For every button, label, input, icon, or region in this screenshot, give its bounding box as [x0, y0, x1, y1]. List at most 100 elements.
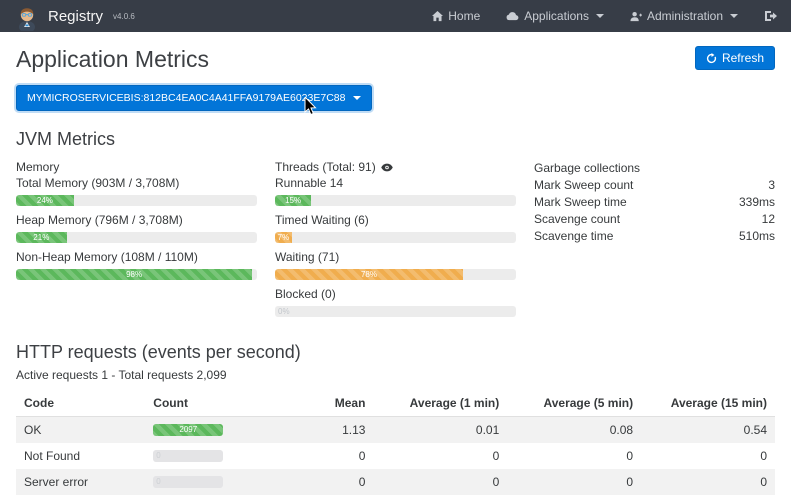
http-avg5: 0 [507, 469, 641, 495]
http-code: Server error [16, 469, 145, 495]
http-avg15: 0 [641, 443, 775, 469]
nonheap-memory-progress: 98% [16, 269, 257, 280]
timed-waiting-progress: 7% [275, 232, 516, 243]
waiting-label: Waiting (71) [275, 250, 516, 264]
runnable-progress: 15% [275, 195, 516, 206]
instance-selector-row: MYMICROSERVICEBIS:812BC4EA0C4A41FFA9179A… [16, 85, 775, 111]
gc-label: Scavenge count [534, 211, 620, 228]
heap-memory-progress: 21% [16, 232, 257, 243]
nav-item-home[interactable]: Home [432, 9, 480, 23]
gc-row: Scavenge time 510ms [534, 228, 775, 245]
count-bar: 0 [153, 476, 223, 488]
main-content: Application Metrics Refresh MYMICROSERVI… [0, 32, 791, 500]
brand[interactable]: Registry v4.0.6 [14, 1, 135, 31]
http-requests-title: HTTP requests (events per second) [16, 342, 775, 363]
http-table-header: Code Count Mean Average (1 min) Average … [16, 390, 775, 417]
gc-value: 339ms [739, 194, 775, 211]
http-count-cell: 0 [145, 443, 274, 469]
instance-selector-label: MYMICROSERVICEBIS:812BC4EA0C4A41FFA9179A… [27, 92, 345, 104]
runnable-bar: 15% [275, 195, 311, 206]
heap-memory-bar: 21% [16, 232, 67, 243]
gc-label: Mark Sweep count [534, 177, 633, 194]
http-avg1: 0.01 [373, 417, 507, 444]
jhipster-avatar-logo [14, 5, 40, 31]
total-memory-bar: 24% [16, 195, 74, 206]
http-mean: 0 [275, 443, 374, 469]
http-requests-table: Code Count Mean Average (1 min) Average … [16, 390, 775, 495]
gc-value: 3 [768, 177, 775, 194]
col-mean: Mean [275, 390, 374, 417]
col-avg1: Average (1 min) [373, 390, 507, 417]
gc-value: 510ms [739, 228, 775, 245]
page-header: Application Metrics Refresh [16, 46, 775, 73]
nav-applications-label: Applications [524, 9, 589, 23]
memory-title: Memory [16, 160, 257, 174]
nav-item-administration[interactable]: Administration [630, 9, 738, 23]
timed-waiting-bar: 7% [275, 232, 292, 243]
gc-row: Scavenge count 12 [534, 211, 775, 228]
gc-title-row: Garbage collections [534, 160, 775, 177]
http-avg15: 0.54 [641, 417, 775, 444]
count-bar: 2097 [153, 424, 223, 436]
table-row: Server error 0 0 0 0 0 [16, 469, 775, 495]
gc-title: Garbage collections [534, 160, 640, 177]
sign-out-icon [764, 10, 777, 22]
waiting-bar: 78% [275, 269, 463, 280]
heap-memory-label: Heap Memory (796M / 3,708M) [16, 213, 257, 227]
timed-waiting-label: Timed Waiting (6) [275, 213, 516, 227]
nav-links: Home Applications Administration [432, 9, 777, 23]
brand-name: Registry [48, 8, 103, 25]
brand-version: v4.0.6 [113, 12, 135, 21]
gc-column: Garbage collections Mark Sweep count 3 M… [534, 160, 775, 324]
http-count-cell: 2097 [145, 417, 274, 444]
gc-label: Scavenge time [534, 228, 613, 245]
http-avg5: 0.08 [507, 417, 641, 444]
table-row: OK 2097 1.13 0.01 0.08 0.54 [16, 417, 775, 444]
http-requests-subtitle: Active requests 1 - Total requests 2,099 [16, 368, 775, 382]
threads-column: Threads (Total: 91) Runnable 14 15% Time… [275, 160, 516, 324]
http-mean: 0 [275, 469, 374, 495]
nav-item-applications[interactable]: Applications [506, 9, 604, 23]
http-avg5: 0 [507, 443, 641, 469]
instance-selector-dropdown[interactable]: MYMICROSERVICEBIS:812BC4EA0C4A41FFA9179A… [16, 85, 372, 111]
home-icon [432, 11, 443, 22]
eye-icon[interactable] [381, 163, 393, 172]
gc-label: Mark Sweep time [534, 194, 627, 211]
http-code: OK [16, 417, 145, 444]
page-title: Application Metrics [16, 46, 209, 73]
http-code: Not Found [16, 443, 145, 469]
gc-value: 12 [762, 211, 775, 228]
col-code: Code [16, 390, 145, 417]
memory-column: Memory Total Memory (903M / 3,708M) 24% … [16, 160, 257, 324]
total-memory-progress: 24% [16, 195, 257, 206]
jvm-metrics-title: JVM Metrics [16, 129, 775, 150]
nonheap-memory-bar: 98% [16, 269, 252, 280]
user-plus-icon [630, 11, 642, 22]
refresh-button[interactable]: Refresh [695, 46, 775, 70]
blocked-label: Blocked (0) [275, 287, 516, 301]
navbar: Registry v4.0.6 Home Applications Admini… [0, 0, 791, 32]
refresh-label: Refresh [722, 51, 764, 65]
runnable-label: Runnable 14 [275, 176, 516, 190]
http-avg15: 0 [641, 469, 775, 495]
http-count-cell: 0 [145, 469, 274, 495]
http-avg1: 0 [373, 443, 507, 469]
col-avg5: Average (5 min) [507, 390, 641, 417]
chevron-down-icon [596, 14, 604, 18]
col-avg15: Average (15 min) [641, 390, 775, 417]
table-row: Not Found 0 0 0 0 0 [16, 443, 775, 469]
nonheap-memory-label: Non-Heap Memory (108M / 110M) [16, 250, 257, 264]
threads-title: Threads (Total: 91) [275, 160, 376, 174]
col-count: Count [145, 390, 274, 417]
http-avg1: 0 [373, 469, 507, 495]
nav-administration-label: Administration [647, 9, 723, 23]
chevron-down-icon [730, 14, 738, 18]
sign-out-button[interactable] [764, 10, 777, 22]
cloud-icon [506, 11, 519, 21]
blocked-bar: 0% [275, 306, 516, 317]
waiting-progress: 78% [275, 269, 516, 280]
gc-row: Mark Sweep count 3 [534, 177, 775, 194]
chevron-down-icon [353, 96, 361, 100]
http-mean: 1.13 [275, 417, 374, 444]
total-memory-label: Total Memory (903M / 3,708M) [16, 176, 257, 190]
